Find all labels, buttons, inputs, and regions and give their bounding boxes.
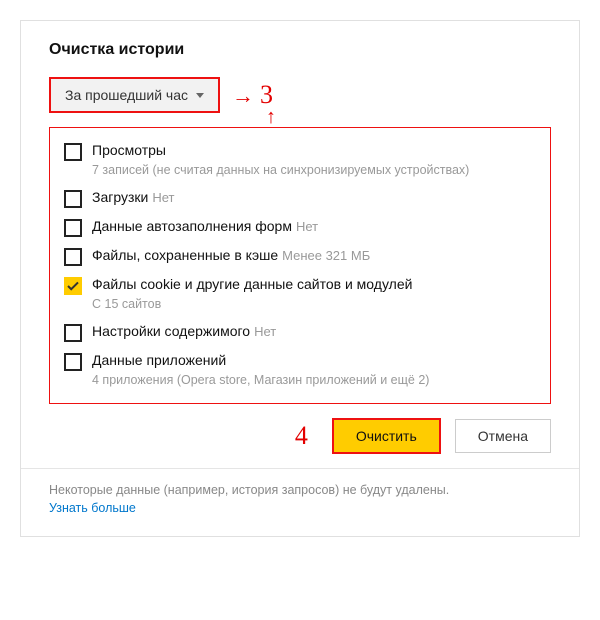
option-label: Файлы, сохраненные в кэше — [92, 247, 278, 263]
cancel-button[interactable]: Отмена — [455, 419, 551, 453]
option-body: Просмотры 7 записей (не считая данных на … — [92, 142, 536, 179]
option-body: Настройки содержимого Нет — [92, 323, 536, 341]
divider — [21, 468, 579, 469]
option-row: Просмотры 7 записей (не считая данных на … — [64, 142, 536, 179]
option-body: Загрузки Нет — [92, 189, 536, 207]
option-checkbox[interactable] — [64, 324, 82, 342]
clear-history-dialog: Очистка истории За прошедший час 3 ↑ Про… — [20, 20, 580, 537]
annotation-step-4: 4 — [295, 421, 308, 451]
option-checkbox[interactable] — [64, 143, 82, 161]
option-checkbox[interactable] — [64, 248, 82, 266]
option-row: Данные приложений 4 приложения (Opera sto… — [64, 352, 536, 389]
option-body: Файлы, сохраненные в кэше Менее 321 МБ — [92, 247, 536, 265]
option-row: Данные автозаполнения форм Нет — [64, 218, 536, 237]
option-label: Файлы cookie и другие данные сайтов и мо… — [92, 276, 412, 292]
check-icon — [67, 280, 79, 292]
option-checkbox[interactable] — [64, 190, 82, 208]
dialog-title: Очистка истории — [49, 41, 551, 59]
learn-more-link[interactable]: Узнать больше — [49, 501, 136, 515]
option-label: Просмотры — [92, 142, 166, 158]
option-checkbox[interactable] — [64, 219, 82, 237]
option-row: Файлы cookie и другие данные сайтов и мо… — [64, 276, 536, 313]
option-label: Настройки содержимого — [92, 323, 250, 339]
footer-text: Некоторые данные (например, история запр… — [49, 483, 449, 497]
option-body: Файлы cookie и другие данные сайтов и мо… — [92, 276, 536, 313]
option-body: Данные автозаполнения форм Нет — [92, 218, 536, 236]
option-subtext: С 15 сайтов — [92, 296, 536, 313]
option-hint: Нет — [254, 324, 276, 339]
option-checkbox[interactable] — [64, 353, 82, 371]
annotation-step-3: 3 ↑ — [232, 80, 273, 110]
time-range-select[interactable]: За прошедший час — [49, 77, 220, 113]
option-hint: Нет — [152, 190, 174, 205]
options-group: Просмотры 7 записей (не считая данных на … — [49, 127, 551, 404]
option-hint: Менее 321 МБ — [282, 248, 370, 263]
time-range-row: За прошедший час 3 ↑ — [49, 77, 551, 113]
option-label: Загрузки — [92, 189, 148, 205]
option-subtext: 4 приложения (Opera store, Магазин прило… — [92, 372, 536, 389]
option-row: Настройки содержимого Нет — [64, 323, 536, 342]
footer-note: Некоторые данные (например, история запр… — [49, 481, 551, 519]
arrow-up-icon: ↑ — [266, 106, 276, 129]
option-row: Файлы, сохраненные в кэше Менее 321 МБ — [64, 247, 536, 266]
arrow-right-icon — [232, 80, 254, 110]
clear-button[interactable]: Очистить — [332, 418, 441, 454]
option-subtext: 7 записей (не считая данных на синхрониз… — [92, 162, 536, 179]
option-row: Загрузки Нет — [64, 189, 536, 208]
option-label: Данные приложений — [92, 352, 226, 368]
time-range-value: За прошедший час — [65, 87, 188, 103]
dialog-buttons: 4 Очистить Отмена — [49, 418, 551, 454]
option-checkbox[interactable] — [64, 277, 82, 295]
option-body: Данные приложений 4 приложения (Opera sto… — [92, 352, 536, 389]
chevron-down-icon — [196, 93, 204, 98]
option-hint: Нет — [296, 219, 318, 234]
option-label: Данные автозаполнения форм — [92, 218, 292, 234]
